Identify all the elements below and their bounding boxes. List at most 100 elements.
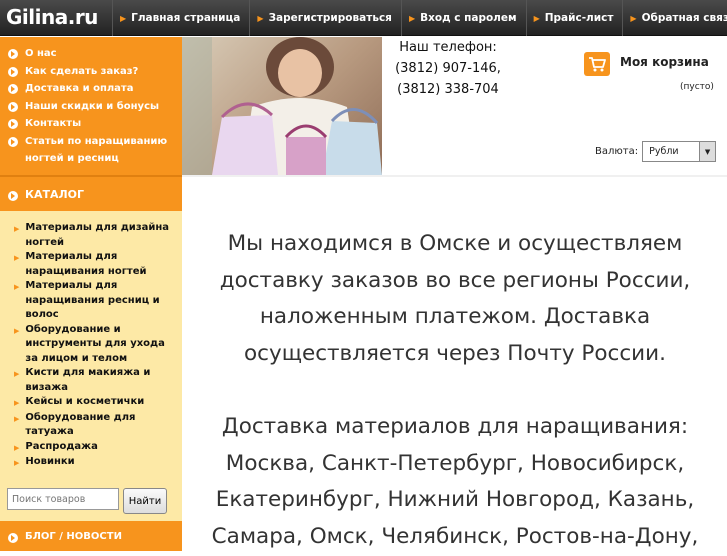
arrow-right-icon: ▶ — [14, 443, 20, 452]
search-button[interactable]: Найти — [123, 488, 167, 514]
search-input[interactable] — [7, 488, 119, 510]
cart-status: (пусто) — [680, 82, 714, 92]
menu-item-label: Доставка и оплата — [25, 83, 134, 94]
catalog-title: КАТАЛОГ — [25, 187, 85, 201]
menu-item-discounts[interactable]: Наши скидки и бонусы — [0, 98, 182, 116]
menu-item-label: Статьи по наращиванию ногтей и ресниц — [25, 135, 168, 165]
catalog-item[interactable]: ▶ Материалы для наращивания ногтей — [14, 250, 176, 279]
catalog-item[interactable]: ▶ Оборудование и инструменты для ухода за… — [14, 323, 176, 367]
nav-label: Вход с паролем — [420, 12, 517, 24]
arrow-right-icon: ▶ — [120, 13, 127, 23]
catalog-item[interactable]: ▶ Материалы для наращивания ресниц и воло… — [14, 279, 176, 323]
catalog-item-label: Материалы для наращивания ногтей — [25, 251, 147, 277]
catalog-item-label: Кейсы и косметички — [25, 396, 145, 407]
nav-label: Главная страница — [131, 12, 241, 24]
text-line: Москва, Санкт-Петербург, Новосибирск, — [225, 450, 685, 476]
catalog-item[interactable]: ▶ Материалы для дизайна ногтей — [14, 221, 176, 250]
menu-item-label: Контакты — [25, 118, 82, 129]
nav-home[interactable]: ▶ Главная страница — [112, 0, 249, 36]
bullet-arrow-icon — [8, 101, 18, 112]
catalog-header[interactable]: КАТАЛОГ — [0, 175, 182, 211]
menu-item-about[interactable]: О нас — [0, 45, 182, 63]
text-line: Мы находимся в Омске и осуществляем — [227, 231, 683, 256]
info-menu: О нас Как сделать заказ? Доставка и опла… — [0, 37, 182, 175]
text-line: Самара, Омск, Челябинск, Ростов-на-Дону, — [211, 523, 699, 549]
bullet-arrow-icon — [8, 191, 18, 201]
phone-number: (3812) 907-146, — [395, 61, 501, 76]
catalog-item-label: Оборудование для татуажа — [25, 411, 136, 438]
arrow-right-icon: ▶ — [533, 13, 540, 23]
bullet-arrow-icon — [8, 119, 18, 129]
text-line: Доставка материалов для наращивания: — [221, 413, 689, 439]
bullet-arrow-icon — [8, 136, 18, 147]
currency-value: Рубли — [649, 146, 679, 157]
arrow-right-icon: ▶ — [14, 225, 20, 233]
nav-login[interactable]: ▶ Вход с паролем — [400, 0, 526, 36]
nav-label: Зарегистрироваться — [268, 12, 392, 24]
catalog-item[interactable]: ▶ Распродажа — [14, 440, 176, 456]
nav-label: Прайс-лист — [544, 12, 614, 24]
shopping-woman-photo — [182, 37, 382, 175]
phone-number: (3812) 338-704 — [397, 82, 499, 97]
currency-label: Валюта: — [595, 146, 639, 157]
arrow-right-icon: ▶ — [257, 13, 264, 23]
catalog-item-label: Кисти для макияжа и визажа — [25, 367, 151, 393]
phone-block: Наш телефон: (3812) 907-146, (3812) 338-… — [388, 37, 508, 100]
catalog-item-label: Оборудование и инструменты для ухода за … — [25, 323, 165, 364]
menu-item-how-to-order[interactable]: Как сделать заказ? — [0, 63, 182, 81]
menu-item-label: О нас — [25, 48, 57, 59]
phone-label: Наш телефон: — [399, 40, 497, 55]
header-divider — [182, 175, 727, 177]
catalog-item[interactable]: ▶ Оборудование для татуажа — [14, 411, 176, 440]
nav-register[interactable]: ▶ Зарегистрироваться — [249, 0, 401, 36]
nav-price-list[interactable]: ▶ Прайс-лист — [525, 0, 623, 36]
blog-title: БЛОГ / НОВОСТИ — [25, 530, 122, 542]
text-line: доставку заказов во все регионы России, — [219, 267, 691, 293]
menu-item-label: Как сделать заказ? — [25, 65, 139, 77]
blog-header[interactable]: БЛОГ / НОВОСТИ — [0, 521, 182, 551]
cart-icon[interactable] — [584, 52, 610, 76]
header-photo — [182, 37, 382, 175]
arrow-right-icon: ▶ — [408, 13, 416, 23]
left-sidebar: О нас Как сделать заказ? Доставка и опла… — [0, 37, 182, 551]
bullet-arrow-icon — [8, 66, 18, 77]
cart-title[interactable]: Моя корзина — [620, 55, 709, 69]
text-line: Екатеринбург, Нижний Новгород, Казань, — [215, 487, 695, 513]
arrow-right-icon: ▶ — [14, 283, 20, 291]
catalog-item-label: Распродажа — [25, 440, 98, 452]
menu-item-articles[interactable]: Статьи по наращиванию ногтей и ресниц — [0, 133, 182, 168]
product-search: Найти — [7, 488, 177, 514]
bullet-arrow-icon — [8, 533, 18, 543]
menu-item-label: Наши скидки и бонусы — [25, 100, 160, 112]
nav-feedback[interactable]: ▶ Обратная связь — [622, 0, 727, 36]
text-line: наложенным платежом. Доставка — [259, 304, 651, 330]
bullet-arrow-icon — [8, 49, 18, 59]
chevron-down-icon: ▼ — [699, 142, 716, 161]
text-line: осуществляется через Почту России. — [244, 341, 666, 367]
catalog-item[interactable]: ▶ Новинки — [14, 455, 176, 471]
catalog-item-label: Материалы для дизайна ногтей — [25, 222, 170, 248]
main-content: Мы находимся в Омске и осуществляем дост… — [200, 226, 710, 556]
currency-dropdown[interactable]: Рубли ▼ — [642, 141, 717, 162]
arrow-right-icon: ▶ — [14, 459, 20, 467]
arrow-right-icon: ▶ — [14, 414, 20, 423]
catalog-item-label: Материалы для наращивания ресниц и волос — [25, 280, 160, 320]
site-logo[interactable]: Gilina.ru — [6, 5, 98, 29]
menu-item-delivery[interactable]: Доставка и оплата — [0, 80, 182, 98]
top-navigation-bar: Gilina.ru ▶ Главная страница ▶ Зарегистрир… — [0, 0, 727, 36]
menu-item-contacts[interactable]: Контакты — [0, 115, 182, 133]
main-nav: ▶ Главная страница ▶ Зарегистрироваться ▶ В… — [112, 0, 727, 36]
catalog-item[interactable]: ▶ Кейсы и косметички — [14, 395, 176, 411]
catalog-item[interactable]: ▶ Кисти для макияжа и визажа — [14, 366, 176, 395]
nav-label: Обратная связь — [641, 12, 727, 24]
catalog-list: ▶ Материалы для дизайна ногтей ▶ Материалы… — [0, 211, 182, 471]
catalog-item-label: Новинки — [25, 456, 75, 467]
arrow-right-icon: ▶ — [630, 13, 637, 23]
arrow-right-icon: ▶ — [14, 254, 20, 262]
currency-selector: Валюта: Рубли ▼ — [595, 141, 717, 162]
arrow-right-icon: ▶ — [14, 399, 20, 407]
arrow-right-icon: ▶ — [14, 326, 20, 335]
bullet-arrow-icon — [8, 84, 18, 94]
arrow-right-icon: ▶ — [14, 370, 20, 378]
